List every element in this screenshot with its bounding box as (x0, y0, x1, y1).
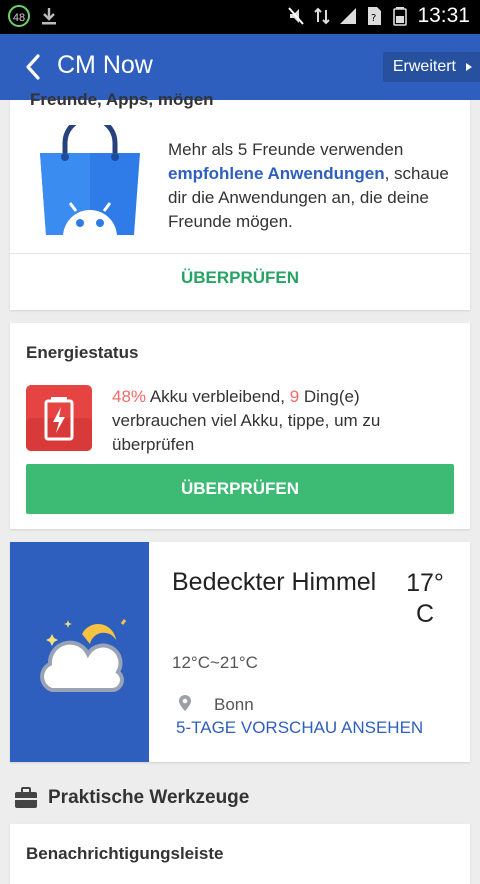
app-store-bag-icon (40, 125, 140, 237)
friends-apps-description: Mehr als 5 Freunde verwenden empfohlene … (168, 140, 449, 231)
energy-status-text: 48% Akku verbleibend, 9 Ding(e) verbrauc… (112, 387, 381, 454)
advanced-button[interactable]: Erweitert (382, 52, 480, 82)
weather-condition: Bedeckter Himmel (172, 568, 377, 596)
location-pin-icon (179, 695, 191, 711)
back-arrow-icon[interactable] (22, 52, 46, 82)
check-energy-button[interactable]: ÜBERPRÜFEN (26, 464, 454, 514)
battery-icon (393, 7, 408, 26)
recommended-apps-link[interactable]: empfohlene Anwendungen (168, 164, 385, 183)
battery-charging-icon (26, 385, 92, 451)
weather-card[interactable]: Bedeckter Himmel 17° C 12°C~21°C Bonn 5-… (10, 542, 470, 762)
clock: 13:31 (417, 4, 470, 27)
download-icon (42, 8, 56, 25)
svg-text:?: ? (371, 13, 376, 24)
check-apps-button[interactable]: ÜBERPRÜFEN (10, 268, 470, 288)
divider (10, 253, 470, 254)
card-title: Freunde, Apps, mögen (30, 90, 214, 109)
data-transfer-icon (314, 7, 331, 25)
advanced-button-label: Erweitert (392, 58, 456, 75)
battery-level-icon: 48 (8, 5, 30, 27)
energy-status-card: Energiestatus 48% Akku verbleibend, 9 Di… (10, 323, 470, 529)
card-title: Benachrichtigungsleiste (26, 844, 224, 863)
card-heading: Energiestatus (26, 343, 139, 362)
sim-icon: ? (368, 7, 382, 25)
temperature-range: 12°C~21°C (172, 653, 258, 672)
five-day-forecast-link[interactable]: 5-TAGE VORSCHAU ANSEHEN (176, 718, 423, 738)
page-title: CM Now (57, 51, 153, 79)
briefcase-icon (15, 787, 37, 808)
tools-section-header: Praktische Werkzeuge (14, 784, 249, 812)
cloudy-night-icon (40, 619, 128, 692)
caret-right-icon (466, 63, 472, 71)
notification-bar-card[interactable]: Benachrichtigungsleiste (10, 824, 470, 884)
location-city: Bonn (214, 695, 254, 714)
status-bar: 48 ? 13:31 (0, 0, 480, 34)
mute-icon (288, 7, 305, 25)
section-title: Praktische Werkzeuge (48, 787, 250, 808)
friends-apps-card[interactable]: Freunde, Apps, mögen Mehr als 5 Freunde … (10, 90, 470, 310)
battery-percent: 48% (112, 387, 147, 406)
current-temperature: 17° C (406, 569, 444, 628)
drain-count: 9 (289, 387, 300, 406)
signal-icon (340, 8, 357, 24)
